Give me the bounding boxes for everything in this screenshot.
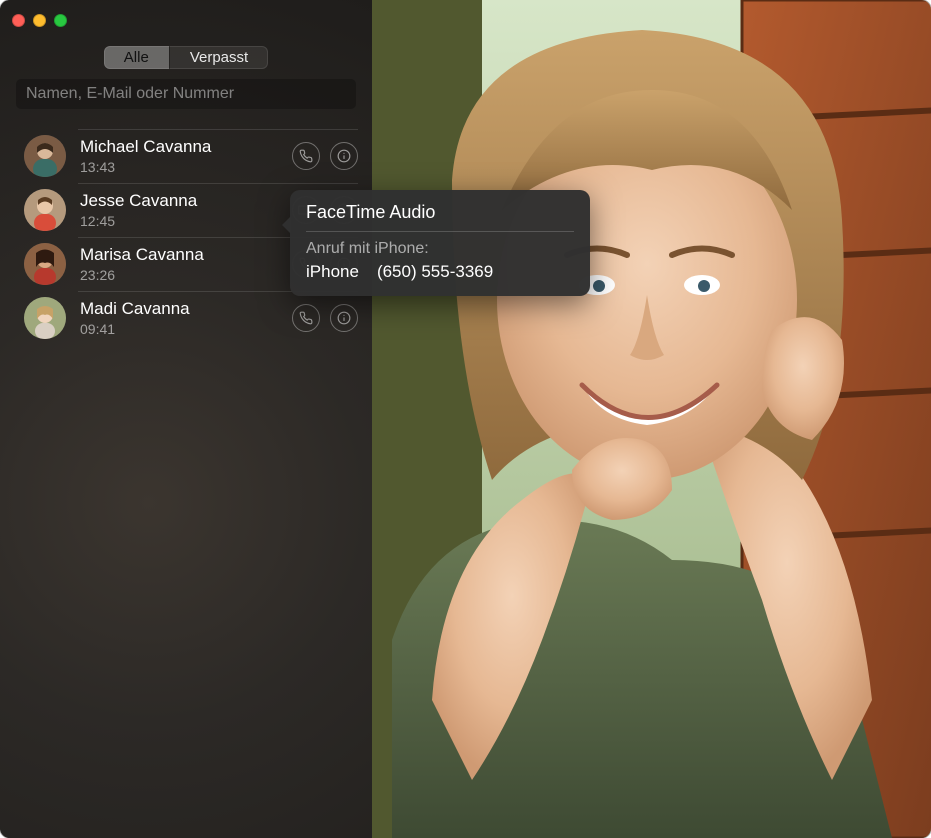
video-preview bbox=[372, 0, 931, 838]
camera-preview-image bbox=[372, 0, 931, 838]
popover-title[interactable]: FaceTime Audio bbox=[306, 202, 574, 232]
contact-name: Madi Cavanna bbox=[80, 299, 292, 319]
avatar bbox=[24, 189, 66, 231]
list-item[interactable]: Michael Cavanna 13:43 bbox=[0, 129, 372, 183]
phone-icon[interactable] bbox=[292, 304, 320, 332]
minimize-window-button[interactable] bbox=[33, 14, 46, 27]
contact-name: Michael Cavanna bbox=[80, 137, 292, 157]
tab-all[interactable]: Alle bbox=[104, 46, 169, 69]
call-filter-segmented: Alle Verpasst bbox=[0, 40, 372, 79]
maximize-window-button[interactable] bbox=[54, 14, 67, 27]
call-options-popover: FaceTime Audio Anruf mit iPhone: iPhone … bbox=[290, 190, 590, 296]
avatar bbox=[24, 297, 66, 339]
info-icon[interactable] bbox=[330, 142, 358, 170]
contact-time: 23:26 bbox=[80, 267, 292, 283]
avatar bbox=[24, 135, 66, 177]
contact-name: Jesse Cavanna bbox=[80, 191, 292, 211]
search-input[interactable] bbox=[16, 79, 356, 109]
popover-device: iPhone bbox=[306, 262, 359, 282]
phone-icon[interactable] bbox=[292, 142, 320, 170]
popover-number: (650) 555-3369 bbox=[377, 262, 493, 282]
info-icon[interactable] bbox=[330, 304, 358, 332]
list-item[interactable]: Madi Cavanna 09:41 bbox=[0, 291, 372, 345]
sidebar: Alle Verpasst Michael Cavanna 13:43 bbox=[0, 0, 372, 838]
window-titlebar bbox=[0, 0, 372, 40]
popover-subtitle: Anruf mit iPhone: bbox=[306, 240, 574, 258]
contact-name: Marisa Cavanna bbox=[80, 245, 292, 265]
contact-time: 13:43 bbox=[80, 159, 292, 175]
avatar bbox=[24, 243, 66, 285]
facetime-window: Alle Verpasst Michael Cavanna 13:43 bbox=[0, 0, 931, 838]
popover-call-option[interactable]: iPhone (650) 555-3369 bbox=[306, 262, 574, 282]
contact-time: 12:45 bbox=[80, 213, 292, 229]
tab-missed[interactable]: Verpasst bbox=[169, 46, 268, 69]
contact-time: 09:41 bbox=[80, 321, 292, 337]
close-window-button[interactable] bbox=[12, 14, 25, 27]
